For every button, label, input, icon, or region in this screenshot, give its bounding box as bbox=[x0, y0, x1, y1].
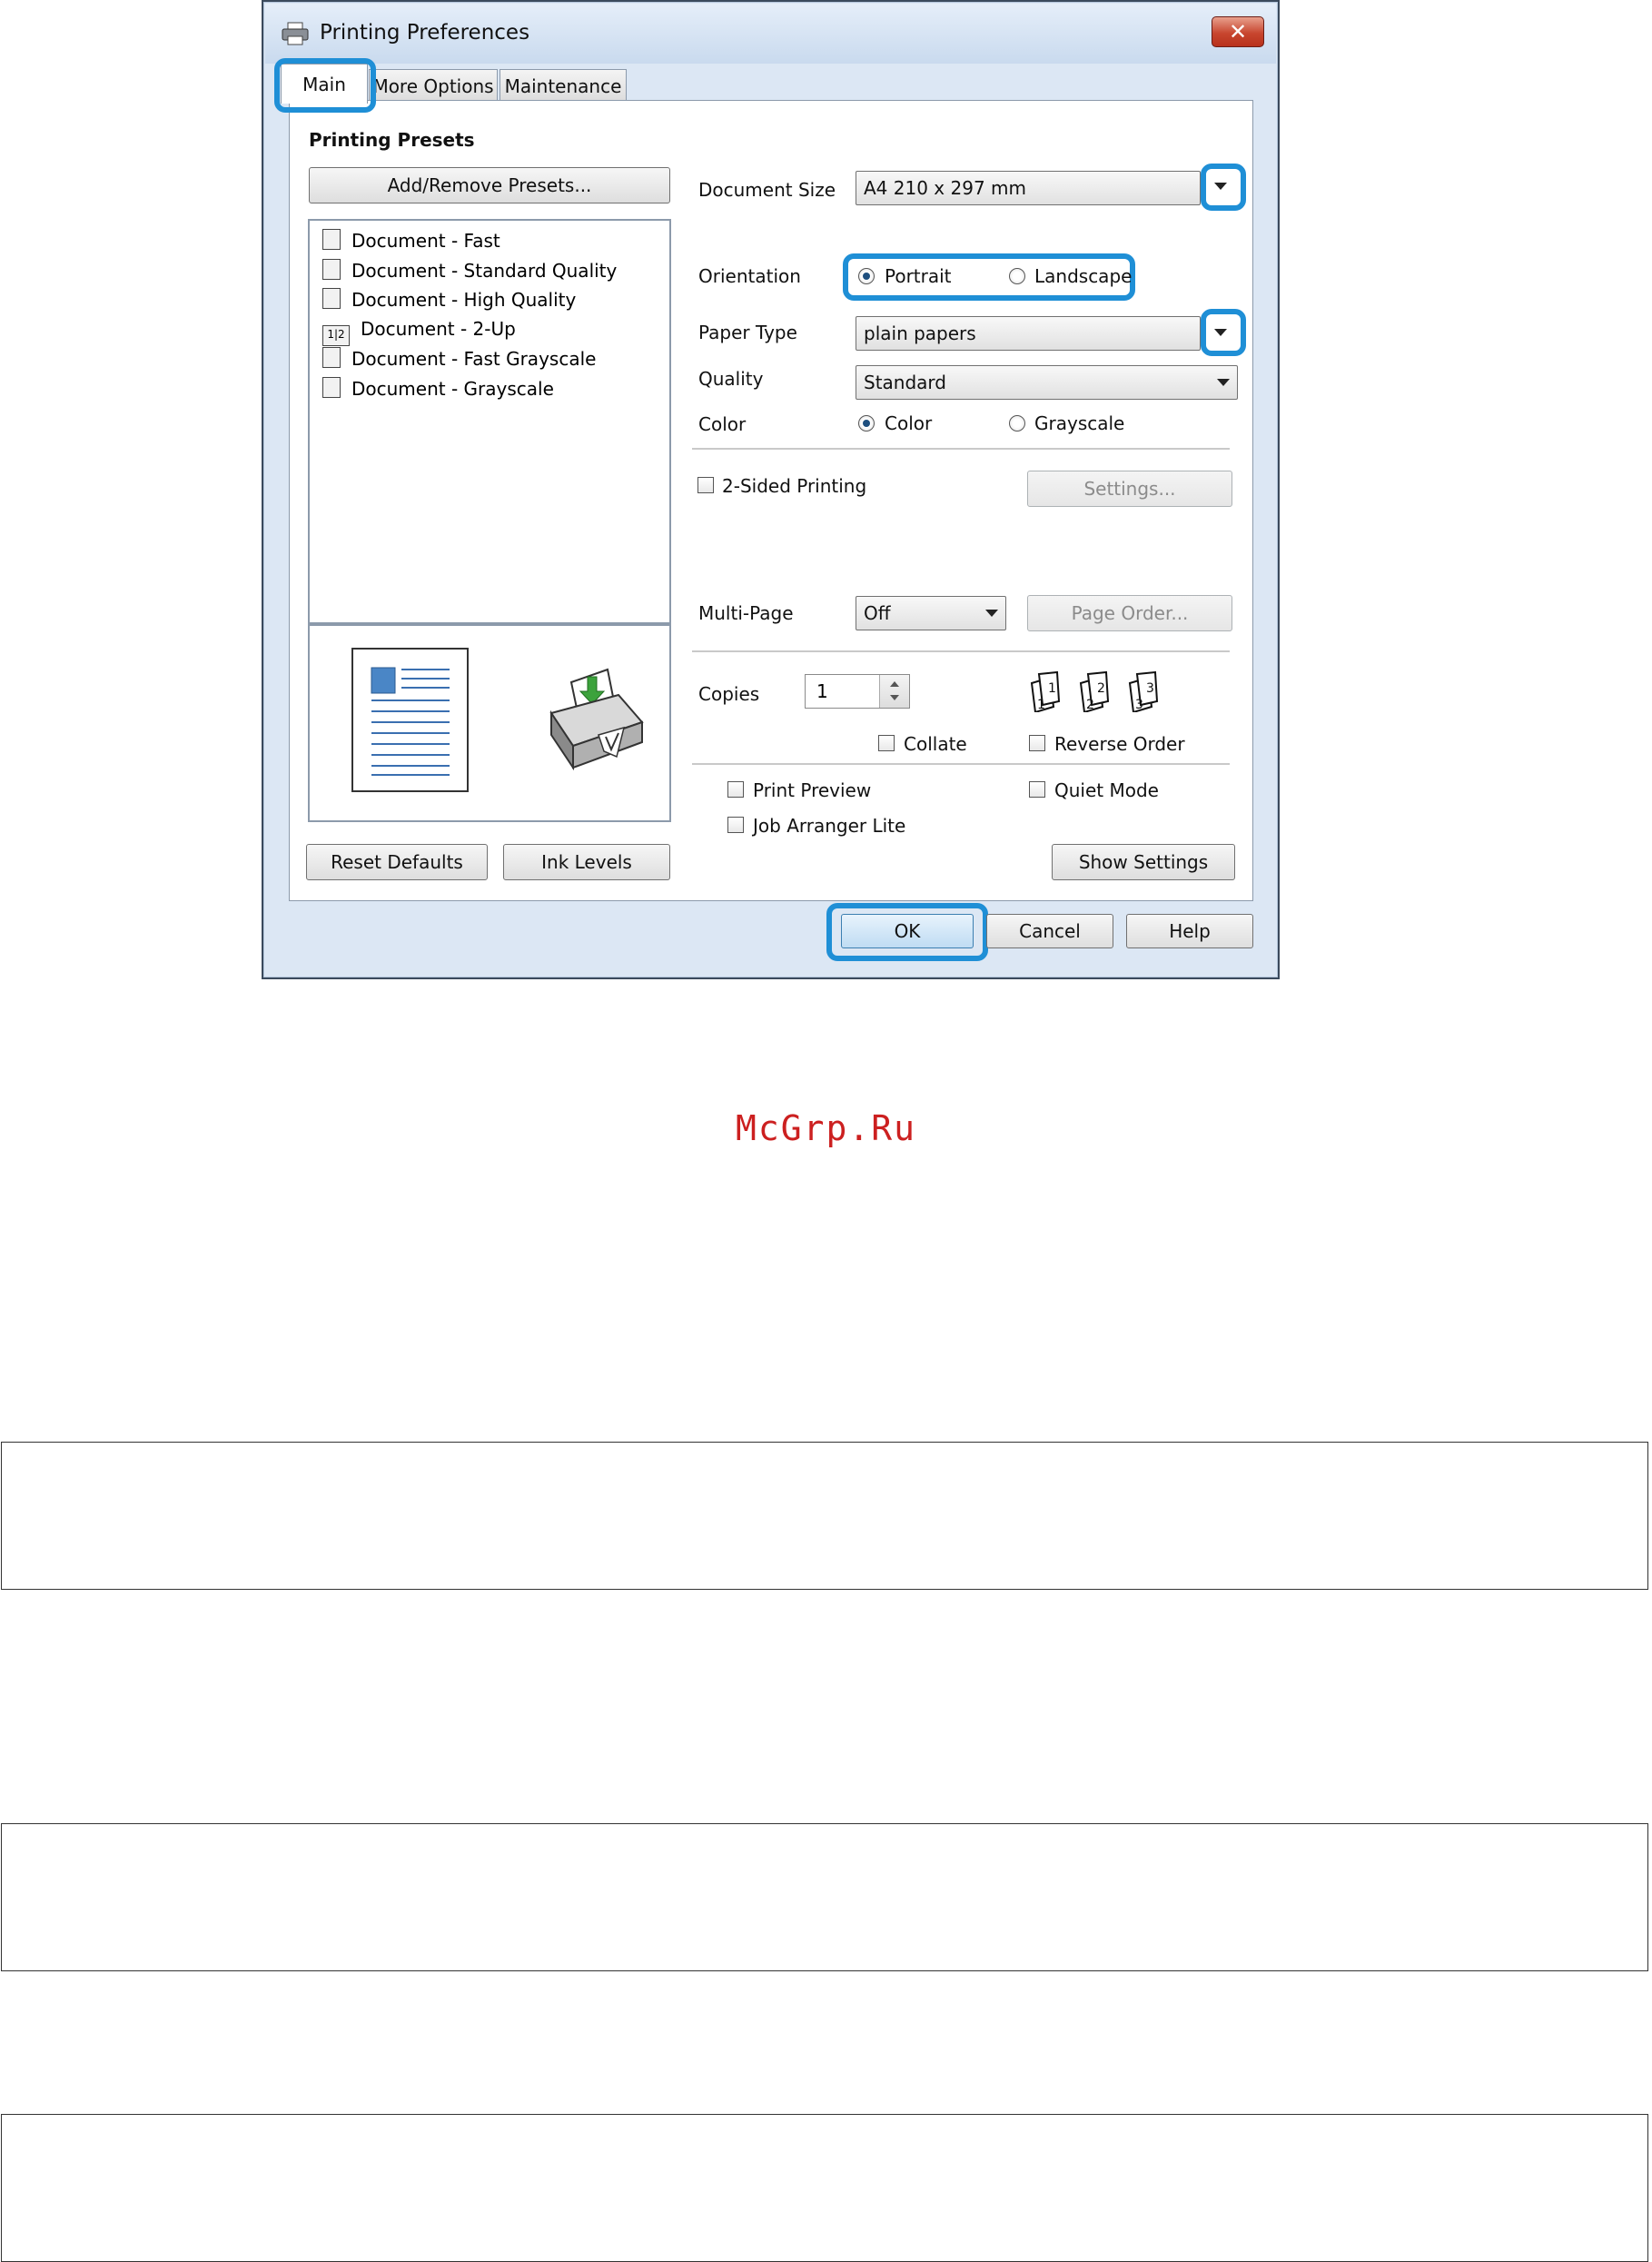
quiet-mode-label: Quiet Mode bbox=[1054, 779, 1159, 801]
portrait-radio[interactable] bbox=[858, 268, 875, 284]
document-size-select[interactable]: A4 210 x 297 mm bbox=[856, 171, 1201, 205]
ink-levels-button[interactable]: Ink Levels bbox=[503, 844, 670, 880]
tab-maintenance[interactable]: Maintenance bbox=[500, 69, 627, 102]
quiet-mode-checkbox[interactable] bbox=[1029, 781, 1045, 798]
list-item[interactable]: Document - Standard Quality bbox=[322, 259, 617, 286]
settings-preview bbox=[308, 624, 671, 822]
tab-main-highlight bbox=[274, 58, 376, 113]
paper-type-label: Paper Type bbox=[698, 322, 797, 343]
document-icon bbox=[322, 347, 341, 368]
grayscale-radio[interactable] bbox=[1009, 415, 1025, 432]
orientation-label: Orientation bbox=[698, 265, 801, 287]
printer-icon bbox=[282, 22, 309, 45]
watermark: McGrp.Ru bbox=[735, 1108, 917, 1148]
divider bbox=[692, 650, 1230, 652]
reset-defaults-button[interactable]: Reset Defaults bbox=[306, 844, 488, 880]
chevron-down-icon[interactable] bbox=[1214, 183, 1227, 190]
chevron-down-icon bbox=[1217, 379, 1230, 386]
print-preview-label: Print Preview bbox=[753, 779, 872, 801]
svg-text:3: 3 bbox=[1135, 698, 1143, 712]
quality-select[interactable]: Standard bbox=[856, 365, 1238, 400]
portrait-label: Portrait bbox=[885, 265, 952, 287]
quality-label: Quality bbox=[698, 368, 764, 390]
document-size-label: Document Size bbox=[698, 179, 836, 201]
svg-text:2: 2 bbox=[1097, 681, 1105, 696]
color-label: Color bbox=[698, 413, 747, 435]
document-icon bbox=[322, 259, 341, 280]
content-box-1 bbox=[1, 1442, 1648, 1590]
two-up-icon: 1|2 bbox=[322, 325, 350, 346]
collate-checkbox[interactable] bbox=[878, 735, 895, 751]
reverse-order-checkbox[interactable] bbox=[1029, 735, 1045, 751]
divider bbox=[692, 448, 1230, 450]
svg-text:2: 2 bbox=[1086, 698, 1094, 712]
landscape-label: Landscape bbox=[1034, 265, 1133, 287]
two-sided-checkbox[interactable] bbox=[697, 477, 714, 493]
arrow-up-icon[interactable] bbox=[890, 681, 899, 687]
multipage-label: Multi-Page bbox=[698, 602, 794, 624]
chevron-down-icon bbox=[985, 610, 998, 617]
list-item[interactable]: 1|2 Document - 2-Up bbox=[322, 318, 516, 346]
arrow-down-icon[interactable] bbox=[890, 695, 899, 700]
show-settings-button[interactable]: Show Settings bbox=[1052, 844, 1235, 880]
page-order-button[interactable]: Page Order... bbox=[1027, 595, 1232, 631]
job-arranger-checkbox[interactable] bbox=[727, 817, 744, 833]
close-button[interactable]: ✕ bbox=[1212, 16, 1264, 47]
copies-label: Copies bbox=[698, 683, 760, 705]
svg-text:3: 3 bbox=[1146, 681, 1154, 696]
divider bbox=[692, 763, 1230, 765]
help-button[interactable]: Help bbox=[1126, 914, 1253, 948]
multipage-select[interactable]: Off bbox=[856, 596, 1006, 630]
title-bar[interactable]: Printing Preferences ✕ bbox=[265, 4, 1276, 64]
print-preview-checkbox[interactable] bbox=[727, 781, 744, 798]
presets-heading: Printing Presets bbox=[309, 129, 475, 151]
chevron-down-icon[interactable] bbox=[1214, 329, 1227, 336]
color-radio[interactable] bbox=[858, 415, 875, 432]
window-title: Printing Preferences bbox=[320, 21, 530, 45]
cancel-button[interactable]: Cancel bbox=[986, 914, 1113, 948]
list-item[interactable]: Document - Grayscale bbox=[322, 377, 554, 404]
page-preview-icon bbox=[351, 648, 469, 792]
list-item[interactable]: Document - High Quality bbox=[322, 288, 576, 315]
list-item[interactable]: Document - Fast bbox=[322, 229, 500, 256]
ok-button-highlight bbox=[826, 903, 988, 961]
collate-order-icon: 11 22 33 bbox=[1030, 670, 1159, 712]
document-icon bbox=[322, 288, 341, 309]
landscape-radio[interactable] bbox=[1009, 268, 1025, 284]
grayscale-option-label: Grayscale bbox=[1034, 412, 1125, 434]
collate-label: Collate bbox=[904, 733, 967, 755]
paper-type-select[interactable]: plain papers bbox=[856, 316, 1201, 351]
printer-feed-icon bbox=[549, 668, 644, 771]
svg-text:1: 1 bbox=[1048, 681, 1056, 696]
reverse-order-label: Reverse Order bbox=[1054, 733, 1185, 755]
close-icon: ✕ bbox=[1228, 19, 1248, 45]
two-sided-label: 2-Sided Printing bbox=[722, 475, 867, 497]
settings-button[interactable]: Settings... bbox=[1027, 471, 1232, 507]
svg-text:1: 1 bbox=[1037, 698, 1045, 712]
tab-more-options[interactable]: More Options bbox=[369, 69, 498, 102]
list-item[interactable]: Document - Fast Grayscale bbox=[322, 347, 596, 374]
copies-stepper[interactable] bbox=[879, 675, 909, 708]
content-box-2 bbox=[1, 1823, 1648, 1971]
content-box-3 bbox=[1, 2114, 1648, 2262]
document-icon bbox=[322, 377, 341, 398]
presets-list[interactable]: Document - Fast Document - Standard Qual… bbox=[308, 219, 671, 624]
job-arranger-label: Job Arranger Lite bbox=[753, 815, 906, 837]
document-icon bbox=[322, 229, 341, 250]
add-remove-presets-button[interactable]: Add/Remove Presets... bbox=[309, 167, 670, 203]
color-option-label: Color bbox=[885, 412, 933, 434]
